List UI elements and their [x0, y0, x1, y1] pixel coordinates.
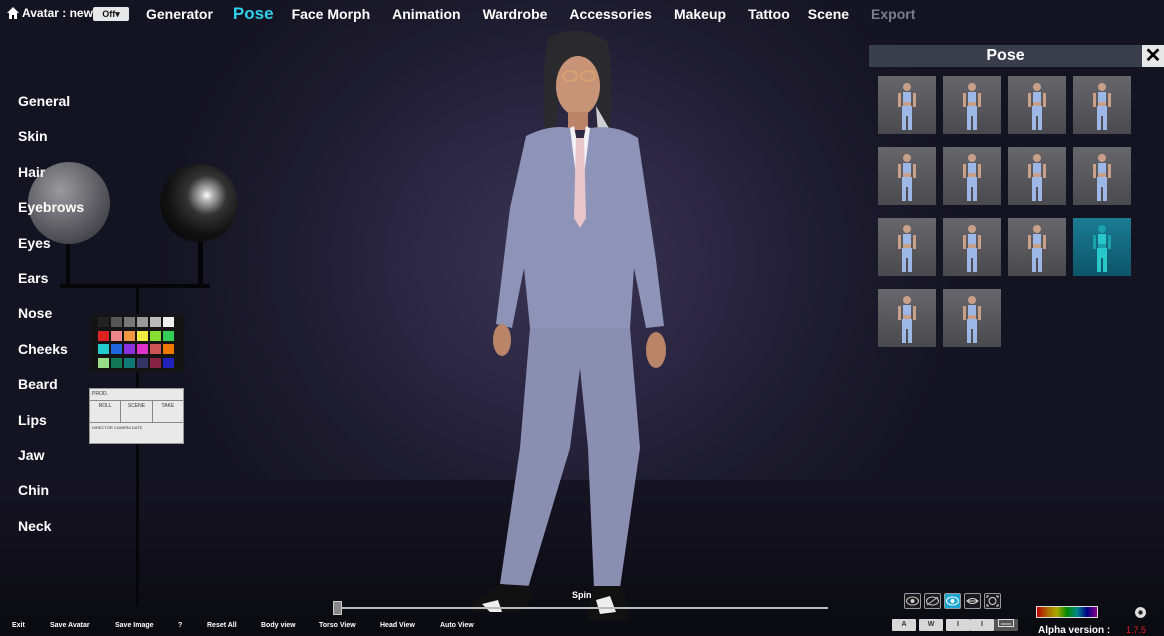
menu-item-accessories[interactable]: Accessories — [569, 6, 652, 22]
color-gradient-picker[interactable] — [1036, 606, 1098, 618]
light-stand — [198, 240, 203, 288]
pose-thumbnail[interactable] — [878, 218, 936, 276]
face-frame-icon[interactable] — [984, 593, 1001, 609]
sidebar-item-ears[interactable]: Ears — [18, 269, 84, 304]
avatar-character[interactable] — [420, 28, 700, 636]
clapper-slate: PROD. ROLL SCENE TAKE DIRECTOR CAMERA DA… — [89, 388, 184, 444]
sidebar-item-eyebrows[interactable]: Eyebrows — [18, 198, 84, 233]
pose-thumbnail[interactable] — [878, 147, 936, 205]
gear-icon[interactable] — [1134, 606, 1147, 619]
pose-thumbnail[interactable] — [878, 289, 936, 347]
pose-thumbnail[interactable] — [943, 289, 1001, 347]
menu-item-export: Export — [871, 6, 916, 22]
keyboard-icon[interactable] — [994, 619, 1018, 631]
menu-item-makeup[interactable]: Makeup — [674, 6, 726, 22]
spin-slider-track[interactable] — [336, 607, 828, 609]
sidebar-item-chin[interactable]: Chin — [18, 481, 84, 516]
pose-thumbnail[interactable] — [1073, 147, 1131, 205]
alpha-version-label: Alpha version : — [1038, 625, 1111, 636]
key-button-i-2[interactable]: I — [970, 619, 994, 631]
avatar-name-label: Avatar : new — [22, 6, 93, 20]
eye-slash-icon[interactable] — [924, 593, 941, 609]
pose-thumbnail[interactable] — [1008, 76, 1066, 134]
sidebar-item-cheeks[interactable]: Cheeks — [18, 340, 84, 375]
chrome-reference-sphere — [160, 164, 238, 242]
menu-item-face-morph[interactable]: Face Morph — [292, 6, 371, 22]
reset-all-button[interactable]: Reset All — [207, 622, 237, 629]
top-menu-bar: Avatar : new Off▾ Generator Pose Face Morp… — [0, 0, 1164, 28]
pose-panel-title: Pose — [869, 45, 1142, 67]
menu-item-tattoo[interactable]: Tattoo — [748, 6, 790, 22]
spin-slider-handle[interactable] — [333, 601, 342, 615]
sidebar-item-eyes[interactable]: Eyes — [18, 234, 84, 269]
torso-view-button[interactable]: Torso View — [319, 622, 356, 629]
sidebar-item-lips[interactable]: Lips — [18, 411, 84, 446]
key-button-w[interactable]: W — [919, 619, 943, 631]
body-view-button[interactable]: Body view — [261, 622, 296, 629]
color-checker-chart — [90, 314, 184, 372]
lips-icon[interactable] — [964, 593, 981, 609]
sidebar-item-neck[interactable]: Neck — [18, 517, 84, 552]
menu-item-wardrobe[interactable]: Wardrobe — [483, 6, 548, 22]
pose-thumbnail[interactable] — [878, 76, 936, 134]
main-menu: Generator Pose Face Morph Animation Wardrobe… — [146, 0, 915, 28]
close-icon[interactable]: ✕ — [1142, 45, 1164, 67]
menu-item-generator[interactable]: Generator — [146, 6, 213, 22]
key-button-i[interactable]: I — [946, 619, 970, 631]
pose-thumbnail[interactable] — [1073, 76, 1131, 134]
save-image-button[interactable]: Save Image — [115, 622, 154, 629]
slate-prod: PROD. — [90, 389, 183, 401]
slate-take: TAKE — [161, 403, 175, 409]
menu-item-pose[interactable]: Pose — [233, 4, 274, 24]
off-dropdown-button[interactable]: Off▾ — [93, 7, 129, 21]
menu-item-scene[interactable]: Scene — [808, 6, 849, 22]
pose-thumbnail[interactable] — [1008, 218, 1066, 276]
sidebar-item-general[interactable]: General — [18, 92, 84, 127]
auto-view-button[interactable]: Auto View — [440, 622, 474, 629]
slate-fields: DIRECTOR CAMERA DATE — [92, 425, 143, 430]
menu-item-animation[interactable]: Animation — [392, 6, 460, 22]
save-avatar-button[interactable]: Save Avatar — [50, 622, 90, 629]
pose-thumbnail[interactable] — [943, 76, 1001, 134]
eye-icon[interactable] — [904, 593, 921, 609]
pose-thumbnail[interactable] — [1008, 147, 1066, 205]
sidebar-item-nose[interactable]: Nose — [18, 304, 84, 339]
sidebar-item-jaw[interactable]: Jaw — [18, 446, 84, 481]
pose-thumbnail[interactable] — [943, 218, 1001, 276]
sidebar-item-beard[interactable]: Beard — [18, 375, 84, 410]
alpha-version-number: 1.7.5 — [1126, 625, 1147, 635]
head-view-button[interactable]: Head View — [380, 622, 415, 629]
eye-active-icon[interactable] — [944, 593, 961, 609]
body-part-list: General Skin Hair Eyebrows Eyes Ears Nose Cheek… — [18, 92, 84, 552]
key-button-a[interactable]: A — [892, 619, 916, 631]
pose-thumbnail[interactable] — [1073, 218, 1131, 276]
sidebar-item-hair[interactable]: Hair — [18, 163, 84, 198]
pose-thumbnail[interactable] — [943, 147, 1001, 205]
help-button[interactable]: ? — [178, 622, 182, 629]
sidebar-item-skin[interactable]: Skin — [18, 127, 84, 162]
slate-scene: SCENE — [121, 401, 153, 422]
spin-label: Spin — [572, 590, 592, 600]
exit-button[interactable]: Exit — [12, 622, 25, 629]
slate-roll: ROLL — [90, 401, 122, 422]
home-icon[interactable] — [6, 6, 20, 20]
